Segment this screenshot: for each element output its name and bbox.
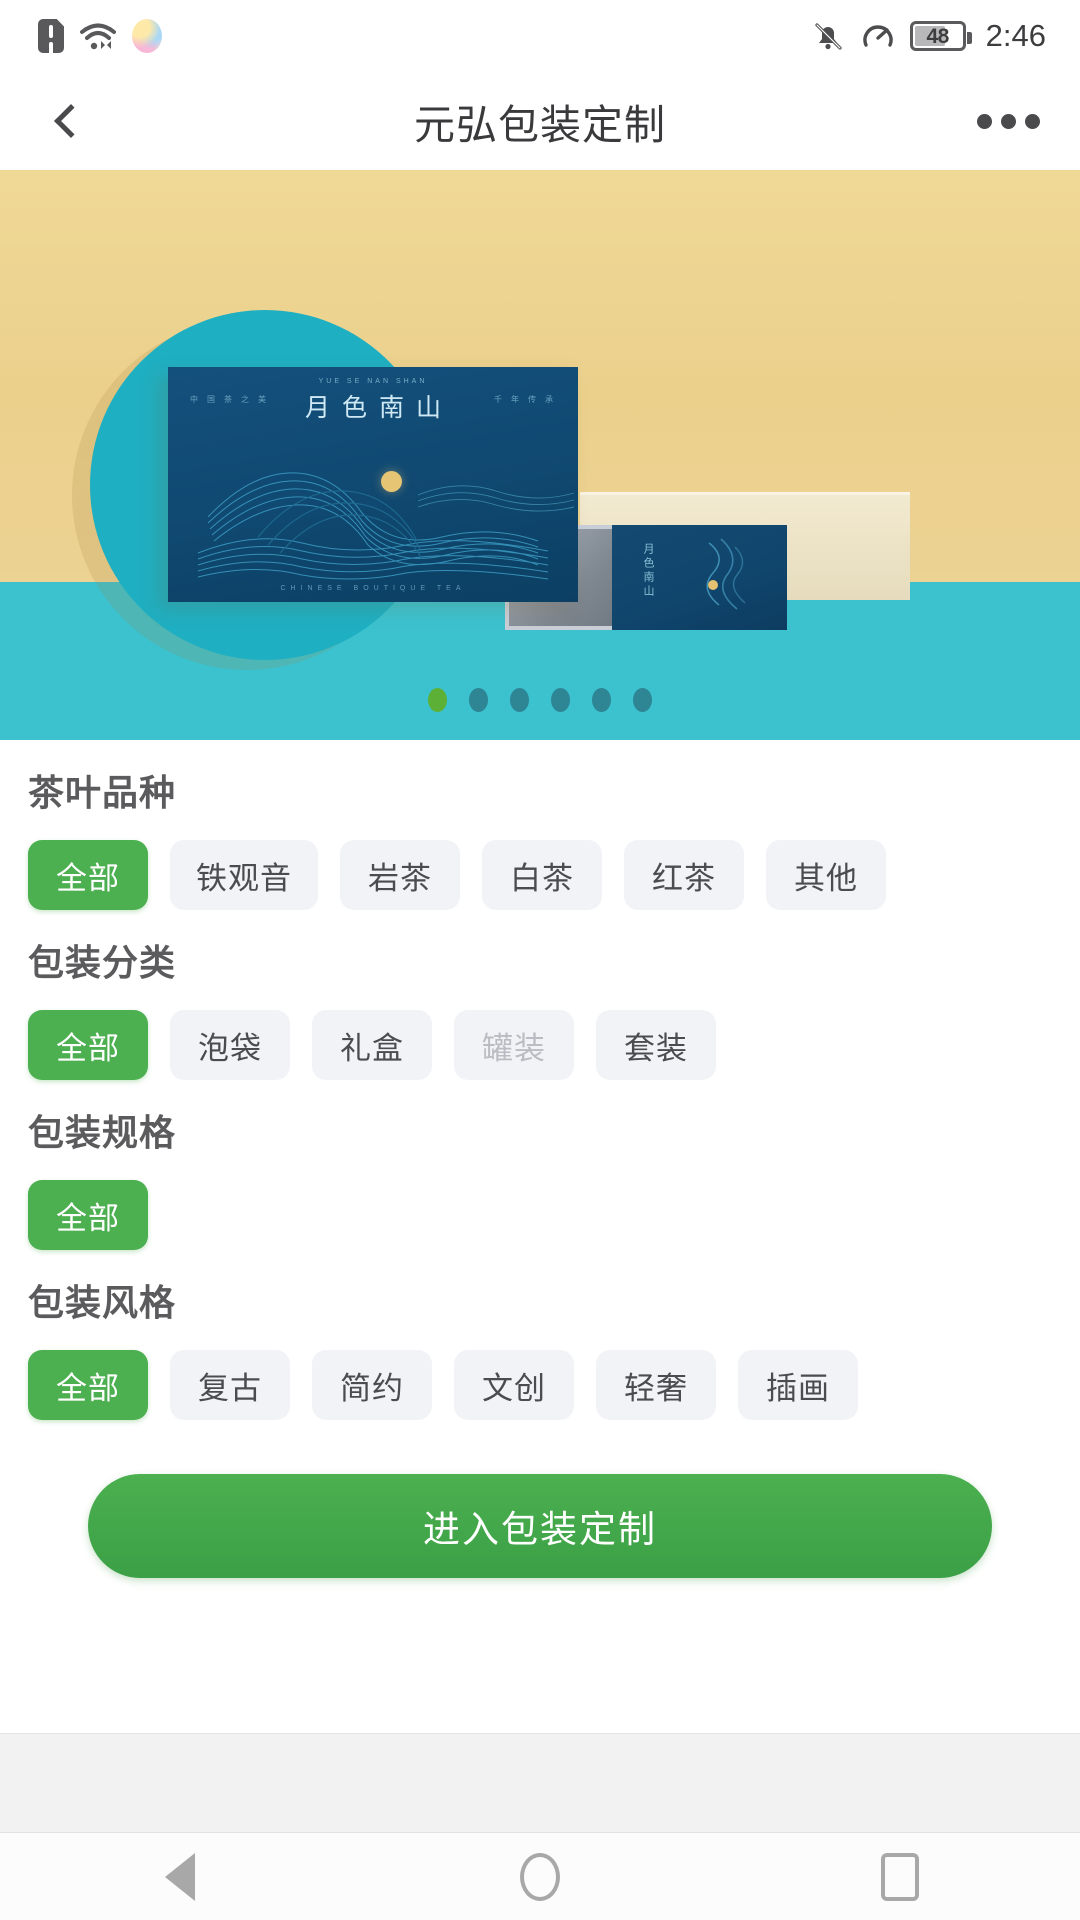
carousel-dot-2[interactable] <box>469 688 488 712</box>
chip-package-style-5[interactable]: 插画 <box>738 1350 858 1420</box>
circle-home-icon <box>520 1852 560 1901</box>
chevron-left-icon <box>54 104 88 138</box>
chip-tea-variety-5[interactable]: 其他 <box>766 840 886 910</box>
section-title-package-style: 包装风格 <box>28 1282 177 1323</box>
more-horizontal-icon <box>1000 113 1016 129</box>
cta-container: 进入包装定制 <box>0 1420 1080 1578</box>
carousel-dot-4[interactable] <box>551 688 570 712</box>
section-title-package-category: 包装分类 <box>28 942 177 983</box>
more-horizontal-icon <box>976 113 992 129</box>
chip-package-style-1[interactable]: 复古 <box>170 1350 290 1420</box>
back-button[interactable] <box>22 72 112 170</box>
chip-package-style-3[interactable]: 文创 <box>454 1350 574 1420</box>
carousel-dot-6[interactable] <box>633 688 652 712</box>
package-small-navy-box: 月色南山 <box>612 525 787 630</box>
chip-tea-variety-2[interactable]: 岩茶 <box>340 840 460 910</box>
section-title-package-spec: 包装规格 <box>28 1112 177 1153</box>
nav-home-button[interactable] <box>440 1852 640 1901</box>
title-bar: 元弘包装定制 <box>0 72 1080 170</box>
nav-back-button[interactable] <box>80 1852 280 1901</box>
bottom-gray-band <box>0 1733 1080 1833</box>
filter-section-package-spec: 包装规格 全部 <box>0 1080 1080 1250</box>
chip-package-category-4[interactable]: 套装 <box>596 1010 716 1080</box>
chip-tea-variety-1[interactable]: 铁观音 <box>170 840 318 910</box>
page-title: 元弘包装定制 <box>414 102 666 148</box>
more-horizontal-icon <box>1024 113 1040 129</box>
chip-package-category-0[interactable]: 全部 <box>28 1010 148 1080</box>
status-bar: 48 2:46 <box>0 0 1080 72</box>
banner-carousel[interactable]: 月色南山 YUE SE NAN SHAN 中国茶之美 千年传承 月色南山 CHI… <box>0 170 1080 740</box>
speedometer-icon <box>862 25 893 47</box>
alert-badge-icon <box>38 19 64 53</box>
mountain-line-art-icon <box>197 472 575 580</box>
carousel-dot-1[interactable] <box>428 688 447 712</box>
status-bar-right-icons: 48 2:46 <box>810 18 1046 54</box>
package-hero-box: YUE SE NAN SHAN 中国茶之美 千年传承 月色南山 CHINESE … <box>168 367 578 602</box>
enter-package-customization-button[interactable]: 进入包装定制 <box>88 1474 992 1578</box>
hero-footer-text: CHINESE BOUTIQUE TEA <box>280 585 466 592</box>
chip-tea-variety-0[interactable]: 全部 <box>28 840 148 910</box>
small-box-label: 月色南山 <box>642 543 654 599</box>
phone-screen: 48 2:46 元弘包装定制 月色南山 YUE SE NAN SHAN 中国茶之… <box>0 0 1080 1920</box>
chip-row-tea-variety: 全部 铁观音 岩茶 白茶 红茶 其他 <box>28 840 1052 910</box>
battery-level-text: 48 <box>926 24 949 48</box>
filter-section-package-style: 包装风格 全部 复古 简约 文创 轻奢 插画 <box>0 1250 1080 1420</box>
chip-package-style-0[interactable]: 全部 <box>28 1350 148 1420</box>
status-bar-clock: 2:46 <box>985 18 1046 53</box>
chip-package-style-2[interactable]: 简约 <box>312 1350 432 1420</box>
small-box-moon <box>708 580 718 590</box>
status-bar-left-icons <box>38 19 162 53</box>
more-options-button[interactable] <box>958 72 1058 170</box>
chip-package-category-3[interactable]: 罐装 <box>454 1010 574 1080</box>
filter-panel: 茶叶品种 全部 铁观音 岩茶 白茶 红茶 其他 包装分类 全部 泡袋 礼盒 罐装… <box>0 740 1080 1578</box>
square-recents-icon <box>881 1852 919 1901</box>
wifi-icon <box>80 23 116 50</box>
battery-icon: 48 <box>909 21 972 51</box>
filter-section-package-category: 包装分类 全部 泡袋 礼盒 罐装 套装 <box>0 910 1080 1080</box>
chip-row-package-category: 全部 泡袋 礼盒 罐装 套装 <box>28 1010 1052 1080</box>
triangle-back-icon <box>165 1852 195 1901</box>
wave-line-art-icon <box>706 538 746 610</box>
carousel-dots[interactable] <box>0 688 1080 712</box>
chip-package-category-1[interactable]: 泡袋 <box>170 1010 290 1080</box>
chip-row-package-style: 全部 复古 简约 文创 轻奢 插画 <box>28 1350 1052 1420</box>
chip-package-category-2[interactable]: 礼盒 <box>312 1010 432 1080</box>
chip-row-package-spec: 全部 <box>28 1180 1052 1250</box>
photos-gradient-icon <box>132 19 162 53</box>
nav-recents-button[interactable] <box>800 1852 1000 1901</box>
bell-mute-icon <box>815 23 842 50</box>
section-title-tea-variety: 茶叶品种 <box>28 772 177 813</box>
carousel-dot-3[interactable] <box>510 688 529 712</box>
chip-tea-variety-4[interactable]: 红茶 <box>624 840 744 910</box>
chip-package-style-4[interactable]: 轻奢 <box>596 1350 716 1420</box>
carousel-dot-5[interactable] <box>592 688 611 712</box>
chip-tea-variety-3[interactable]: 白茶 <box>482 840 602 910</box>
android-navigation-bar <box>0 1833 1080 1920</box>
chip-package-spec-0[interactable]: 全部 <box>28 1180 148 1250</box>
filter-section-tea-variety: 茶叶品种 全部 铁观音 岩茶 白茶 红茶 其他 <box>0 740 1080 910</box>
